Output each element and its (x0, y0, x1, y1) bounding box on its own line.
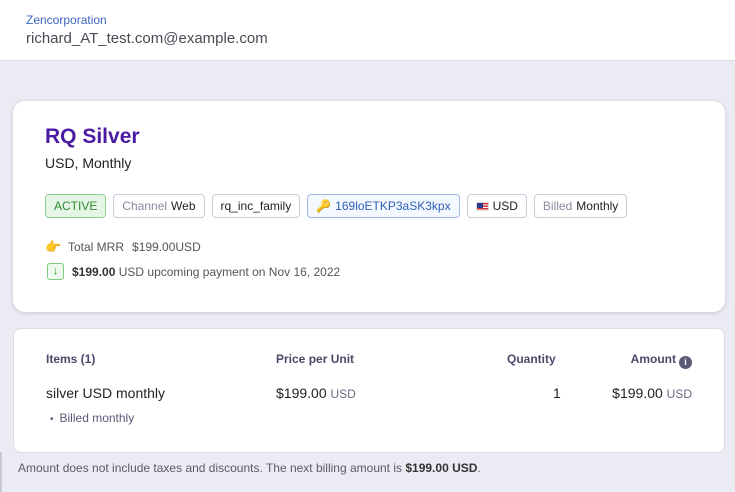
plan-name: RQ Silver (45, 125, 140, 148)
item-name: silver USD monthly (46, 385, 166, 401)
items-header: Items (1) (46, 352, 96, 366)
currency-value: USD (492, 199, 518, 213)
info-icon[interactable]: i (679, 356, 692, 369)
top-bar: Zencorporation richard_AT_test.com@examp… (0, 0, 735, 61)
key-id-badge[interactable]: 🔑 169loETKP3aSK3kpx (307, 194, 460, 218)
amount-header-label: Amount (630, 352, 676, 366)
price-header: Price per Unit (276, 352, 355, 366)
channel-badge: Channel Web (113, 194, 205, 218)
item-amount-value: $199.00 (612, 385, 663, 401)
family-badge[interactable]: rq_inc_family (211, 194, 301, 218)
currency-badge: USD (466, 194, 527, 218)
download-arrow-icon: ↓ (47, 263, 64, 280)
channel-label: Channel (122, 199, 168, 213)
us-flag-icon (475, 201, 489, 211)
footnote-text: Amount does not include taxes and discou… (18, 461, 403, 475)
user-email: richard_AT_test.com@example.com (26, 30, 268, 47)
item-amount: $199.00 USD (612, 385, 692, 401)
key-id-value: 169loETKP3aSK3kpx (335, 199, 451, 213)
item-amount-currency: USD (666, 387, 692, 401)
pointing-hand-icon: 👉 (45, 239, 62, 254)
item-price-currency: USD (330, 387, 356, 401)
key-icon: 🔑 (316, 199, 332, 213)
subscription-card: RQ Silver USD, Monthly ACTIVE Channel We… (13, 101, 725, 312)
billed-badge: Billed Monthly (533, 194, 628, 218)
mrr-value: $199.00USD (132, 240, 201, 254)
badge-row: ACTIVE Channel Web rq_inc_family 🔑 169lo… (45, 194, 628, 218)
billed-label: Billed (542, 199, 573, 213)
channel-value: Web (171, 199, 196, 213)
item-quantity: 1 (553, 385, 561, 401)
upcoming-text: USD upcoming payment on Nov 16, 2022 (118, 264, 341, 279)
plan-subtitle: USD, Monthly (45, 155, 132, 171)
items-table: Items (1) Price per Unit Quantity Amount… (13, 328, 725, 453)
upcoming-payment-row: ↓ $199.00 USD upcoming payment on Nov 16… (47, 263, 340, 280)
footnote-amount: $199.00 USD (405, 461, 478, 475)
mrr-row: 👉 Total MRR $199.00USD (45, 239, 201, 255)
upcoming-amount: $199.00 (72, 264, 116, 279)
amount-header: Amount i (631, 352, 692, 369)
item-detail: Billed monthly (50, 411, 135, 425)
footnote-end: . (477, 461, 481, 475)
mrr-label: Total MRR (68, 240, 125, 254)
billed-value: Monthly (576, 199, 619, 213)
quantity-header: Quantity (507, 352, 556, 366)
org-link[interactable]: Zencorporation (26, 13, 107, 27)
status-badge: ACTIVE (45, 194, 107, 218)
item-price: $199.00 USD (276, 385, 356, 401)
item-price-value: $199.00 (276, 385, 327, 401)
billing-footnote: Amount does not include taxes and discou… (0, 452, 735, 492)
